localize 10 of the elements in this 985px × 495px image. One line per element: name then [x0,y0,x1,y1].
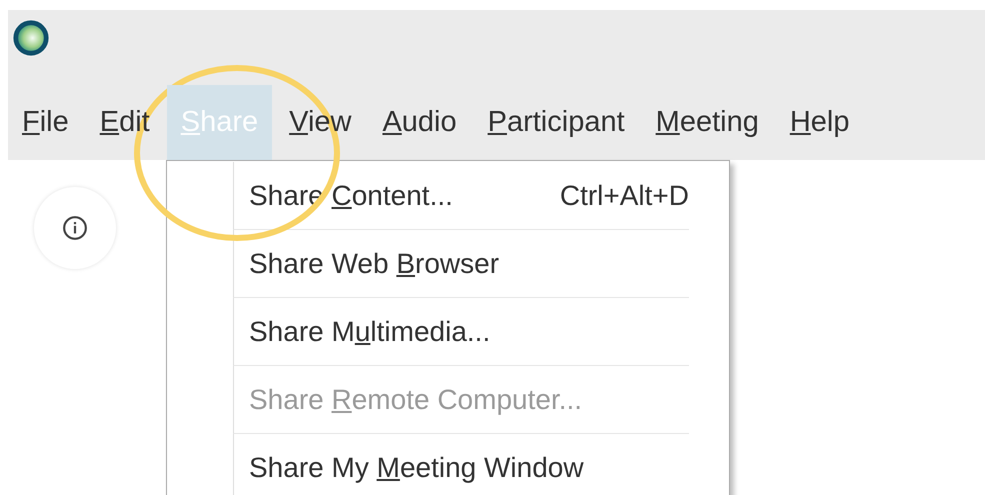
menu-item[interactable]: Audio [368,85,471,160]
menu-item[interactable]: Help [776,85,864,160]
menu-option[interactable]: Share My Meeting Window [233,434,689,495]
info-icon [62,215,88,241]
app-logo [12,19,50,57]
menu-item[interactable]: Participant [474,85,639,160]
menu-item[interactable]: File [8,85,83,160]
menu-option[interactable]: Share Multimedia... [233,298,689,366]
menu-item[interactable]: Meeting [642,85,773,160]
menu-option[interactable]: Share Web Browser [233,230,689,298]
